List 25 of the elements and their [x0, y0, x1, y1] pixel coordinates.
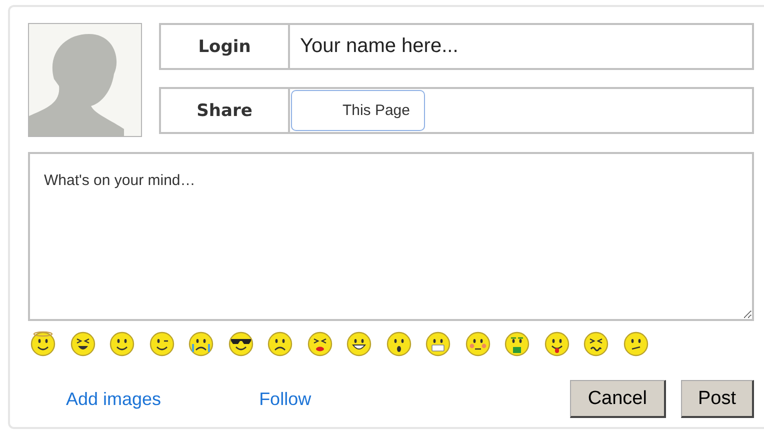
- cancel-button[interactable]: Cancel: [570, 380, 666, 418]
- this-page-button[interactable]: This Page: [291, 90, 425, 131]
- kissing-smiley-icon[interactable]: [306, 331, 332, 357]
- follow-link[interactable]: Follow: [259, 388, 312, 410]
- smiley-icon[interactable]: [109, 331, 135, 357]
- message-field[interactable]: What's on your mind…: [28, 152, 754, 321]
- silly-smiley-icon[interactable]: [583, 331, 609, 357]
- sad-smiley-icon[interactable]: [267, 331, 293, 357]
- name-field[interactable]: Your name here...: [288, 23, 754, 70]
- surprised-smiley-icon[interactable]: [386, 331, 412, 357]
- masked-smiley-icon[interactable]: [425, 331, 451, 357]
- confused-smiley-icon[interactable]: [622, 331, 648, 357]
- money-smiley-icon[interactable]: [504, 331, 530, 357]
- laughing-smiley-icon[interactable]: [70, 331, 96, 357]
- share-label: Share: [159, 87, 288, 134]
- tongue-smiley-icon[interactable]: [544, 331, 570, 357]
- winking-smiley-icon[interactable]: [148, 331, 174, 357]
- blushing-smiley-icon[interactable]: [464, 331, 490, 357]
- add-images-link[interactable]: Add images: [66, 388, 162, 410]
- sunglasses-smiley-icon[interactable]: [228, 331, 254, 357]
- crying-smiley-icon[interactable]: [188, 331, 214, 357]
- avatar-silhouette-icon: [28, 23, 142, 137]
- grinning-smiley-icon[interactable]: [346, 331, 372, 357]
- halo-smiley-icon[interactable]: [30, 331, 56, 357]
- post-button[interactable]: Post: [680, 380, 754, 418]
